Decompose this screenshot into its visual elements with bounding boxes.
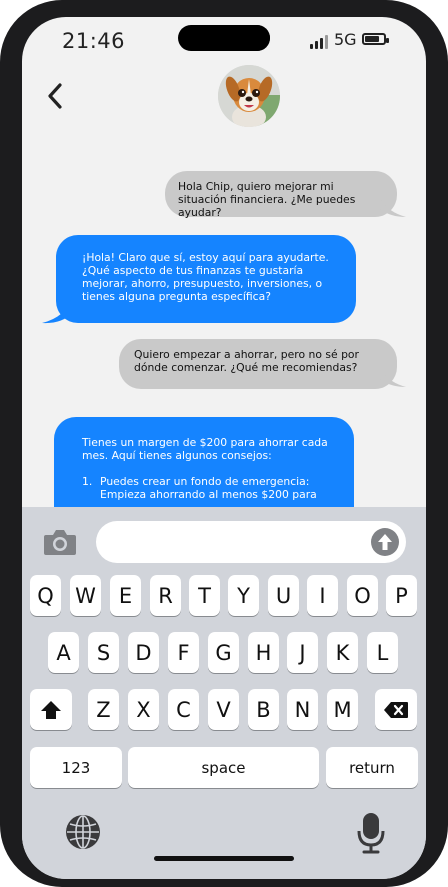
key-q[interactable]: Q bbox=[30, 575, 61, 616]
key-o[interactable]: O bbox=[347, 575, 378, 616]
camera-icon bbox=[44, 530, 76, 555]
key-label: T bbox=[198, 583, 211, 608]
message-bubble-bot: ¡Hola! Claro que sí, estoy aquí para ayu… bbox=[56, 235, 356, 323]
send-button[interactable] bbox=[371, 528, 399, 556]
microphone-button[interactable] bbox=[356, 811, 386, 855]
key-label: U bbox=[275, 583, 292, 608]
network-type: 5G bbox=[334, 30, 357, 49]
key-label: Q bbox=[37, 583, 54, 608]
key-label: G bbox=[215, 640, 232, 665]
chevron-left-icon bbox=[48, 83, 62, 109]
shift-icon bbox=[41, 700, 61, 719]
key-label: 123 bbox=[61, 758, 91, 777]
bot-avatar[interactable] bbox=[218, 65, 280, 127]
shift-key[interactable] bbox=[30, 689, 72, 730]
home-indicator[interactable] bbox=[154, 856, 294, 861]
key-label: J bbox=[299, 640, 306, 665]
key-label: F bbox=[177, 640, 190, 665]
list-item: 1. Puedes crear un fondo de emergencia: … bbox=[82, 475, 338, 501]
key-v[interactable]: V bbox=[208, 689, 239, 730]
key-s[interactable]: S bbox=[88, 632, 119, 673]
bubble-tail bbox=[378, 193, 406, 217]
globe-icon bbox=[66, 815, 100, 849]
message-text: Hola Chip, quiero mejorar mi situación f… bbox=[178, 180, 356, 219]
key-k[interactable]: K bbox=[327, 632, 358, 673]
key-label: B bbox=[256, 697, 271, 722]
back-button[interactable] bbox=[42, 79, 70, 113]
message-input[interactable] bbox=[96, 521, 406, 563]
key-label: S bbox=[96, 640, 111, 665]
message-text: Tienes un margen de $200 para ahorrar ca… bbox=[82, 436, 328, 462]
key-label: R bbox=[158, 583, 173, 608]
key-d[interactable]: D bbox=[128, 632, 159, 673]
key-label: N bbox=[294, 697, 311, 722]
key-label: Z bbox=[96, 697, 111, 722]
key-x[interactable]: X bbox=[128, 689, 159, 730]
phone-frame: 21:46 5G Hola Chip, quiero mejorar mi si… bbox=[0, 0, 448, 887]
message-text: Quiero empezar a ahorrar, pero no sé por… bbox=[134, 348, 359, 374]
return-key[interactable]: return bbox=[326, 747, 418, 788]
numbers-key[interactable]: 123 bbox=[30, 747, 122, 788]
key-n[interactable]: N bbox=[287, 689, 318, 730]
key-l[interactable]: L bbox=[367, 632, 398, 673]
battery-icon bbox=[362, 33, 389, 45]
key-label: V bbox=[216, 697, 231, 722]
key-label: E bbox=[118, 583, 133, 608]
message-text: ¡Hola! Claro que sí, estoy aquí para ayu… bbox=[82, 251, 329, 303]
front-camera bbox=[244, 25, 270, 51]
signal-icon bbox=[310, 35, 330, 49]
key-f[interactable]: F bbox=[168, 632, 199, 673]
key-label: Y bbox=[237, 583, 250, 608]
space-key[interactable]: space bbox=[128, 747, 319, 788]
bubble-tail bbox=[378, 363, 406, 387]
key-u[interactable]: U bbox=[268, 575, 299, 616]
key-m[interactable]: M bbox=[327, 689, 358, 730]
key-w[interactable]: W bbox=[70, 575, 101, 616]
key-label: K bbox=[335, 640, 350, 665]
message-bubble-user: Hola Chip, quiero mejorar mi situación f… bbox=[165, 171, 397, 219]
tips-list: 1. Puedes crear un fondo de emergencia: … bbox=[82, 475, 338, 501]
key-i[interactable]: I bbox=[307, 575, 338, 616]
status-time: 21:46 bbox=[62, 29, 126, 53]
key-p[interactable]: P bbox=[386, 575, 417, 616]
key-b[interactable]: B bbox=[248, 689, 279, 730]
message-bubble-user: Quiero empezar a ahorrar, pero no sé por… bbox=[119, 339, 397, 389]
arrow-up-circle-icon bbox=[371, 528, 399, 556]
list-text: Puedes crear un fondo de emergencia: Emp… bbox=[100, 475, 317, 501]
key-h[interactable]: H bbox=[248, 632, 279, 673]
bubble-tail bbox=[42, 297, 72, 324]
globe-button[interactable] bbox=[64, 813, 102, 851]
key-z[interactable]: Z bbox=[88, 689, 119, 730]
key-label: O bbox=[354, 583, 371, 608]
key-label: W bbox=[75, 583, 96, 608]
key-e[interactable]: E bbox=[110, 575, 141, 616]
delete-icon bbox=[384, 701, 408, 718]
key-label: space bbox=[201, 758, 246, 777]
key-label: M bbox=[333, 697, 352, 722]
key-r[interactable]: R bbox=[150, 575, 181, 616]
key-label: P bbox=[395, 583, 408, 608]
keyboard: Q W E R T Y U I O P A S D F G H J K L Z … bbox=[22, 507, 426, 879]
key-g[interactable]: G bbox=[208, 632, 239, 673]
key-c[interactable]: C bbox=[168, 689, 199, 730]
chat-screen: 21:46 5G Hola Chip, quiero mejorar mi si… bbox=[22, 17, 426, 879]
key-label: L bbox=[376, 640, 389, 665]
key-a[interactable]: A bbox=[48, 632, 79, 673]
key-label: D bbox=[135, 640, 152, 665]
microphone-icon bbox=[357, 813, 385, 854]
list-number: 1. bbox=[82, 475, 93, 488]
key-label: H bbox=[255, 640, 272, 665]
key-label: I bbox=[319, 583, 326, 608]
key-label: X bbox=[136, 697, 151, 722]
dog-avatar-icon bbox=[218, 65, 280, 127]
camera-button[interactable] bbox=[42, 527, 78, 557]
key-label: A bbox=[56, 640, 71, 665]
key-label: C bbox=[176, 697, 191, 722]
key-y[interactable]: Y bbox=[228, 575, 259, 616]
key-j[interactable]: J bbox=[287, 632, 318, 673]
delete-key[interactable] bbox=[375, 689, 417, 730]
key-t[interactable]: T bbox=[189, 575, 220, 616]
key-label: return bbox=[349, 758, 395, 777]
